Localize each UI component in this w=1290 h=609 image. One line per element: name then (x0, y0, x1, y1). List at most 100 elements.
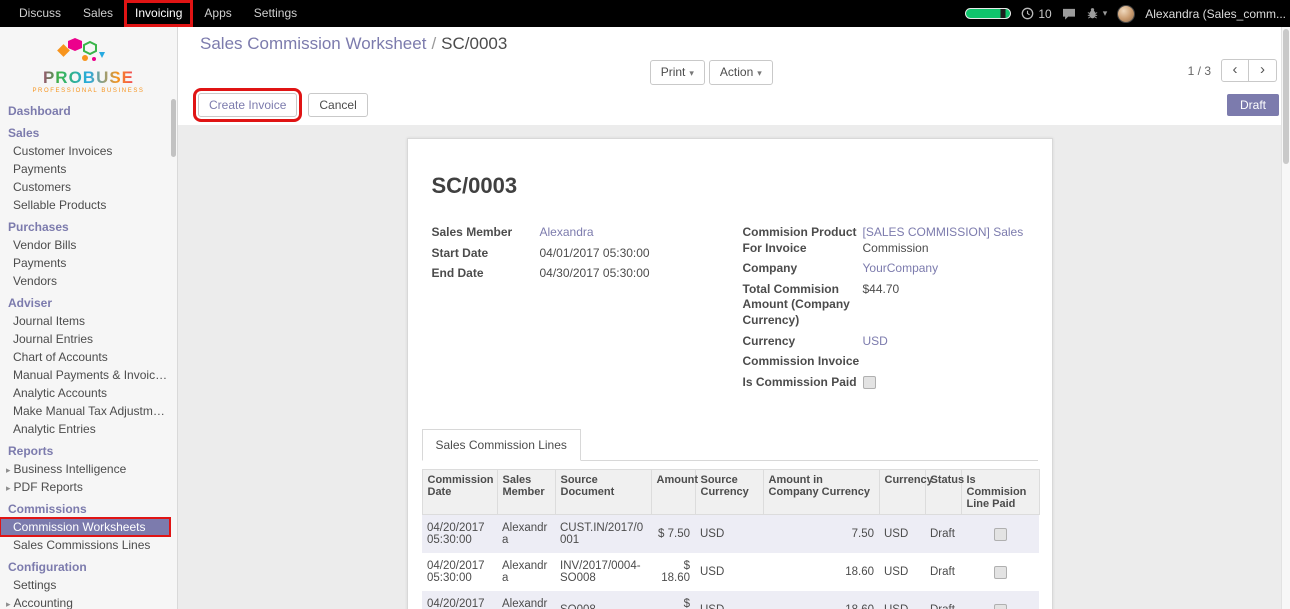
topbar-right: 10 ▾ Alexandra (Sales_comm... (965, 0, 1290, 27)
sidebar-item-journal-entries[interactable]: Journal Entries (0, 330, 177, 348)
menu-settings[interactable]: Settings (243, 0, 308, 27)
caret-right-icon: ▸ (6, 483, 11, 493)
cell-amount-company-currency[interactable]: 7.50 (763, 515, 879, 554)
cell-commission-date[interactable]: 04/20/2017 10:35:53 (422, 591, 497, 609)
create-invoice-button[interactable]: Create Invoice (198, 93, 297, 117)
cell-source-document[interactable]: SO008 (555, 591, 651, 609)
company-link[interactable]: YourCompany (863, 261, 939, 275)
col-header-source-document[interactable]: Source Document (555, 470, 651, 515)
cell-amount-company-currency[interactable]: 18.60 (763, 591, 879, 609)
cell-source-currency[interactable]: USD (695, 591, 763, 609)
cell-line-paid[interactable] (961, 515, 1039, 554)
table-row[interactable]: 04/20/2017 10:35:53 Alexandra SO008 $ 18… (422, 591, 1039, 609)
cell-amount[interactable]: $ 18.60 (651, 553, 695, 591)
cell-status[interactable]: Draft (925, 553, 961, 591)
sidebar-heading-adviser[interactable]: Adviser (0, 290, 177, 312)
cell-source-document[interactable]: INV/2017/0004-SO008 (555, 553, 651, 591)
user-avatar[interactable] (1117, 5, 1135, 23)
menu-discuss[interactable]: Discuss (8, 0, 72, 27)
sidebar-item-customer-invoices[interactable]: Customer Invoices (0, 142, 177, 160)
sidebar-item-settings[interactable]: Settings (0, 576, 177, 594)
cell-amount[interactable]: $ 18.60 (651, 591, 695, 609)
cell-commission-date[interactable]: 04/20/2017 05:30:00 (422, 553, 497, 591)
debug-menu[interactable]: ▾ (1086, 7, 1108, 20)
sidebar-item-analytic-accounts[interactable]: Analytic Accounts (0, 384, 177, 402)
col-header-commission-date[interactable]: Commission Date (422, 470, 497, 515)
sidebar-item-sellable-products[interactable]: Sellable Products (0, 196, 177, 214)
field-commission-product: Commision Product For Invoice [SALES COM… (743, 225, 1028, 256)
col-header-source-currency[interactable]: Source Currency (695, 470, 763, 515)
sidebar-nav: Dashboard Sales Customer Invoices Paymen… (0, 97, 177, 609)
cell-currency[interactable]: USD (879, 591, 925, 609)
sidebar-item-payments-sales[interactable]: Payments (0, 160, 177, 178)
messages-menu[interactable] (1062, 8, 1076, 20)
tab-sales-commission-lines[interactable]: Sales Commission Lines (422, 429, 581, 461)
pager-next-button[interactable]: › (1249, 59, 1277, 82)
sidebar-item-customers[interactable]: Customers (0, 178, 177, 196)
status-badge-draft[interactable]: Draft (1227, 94, 1279, 116)
window-scrollbar[interactable] (1281, 27, 1290, 609)
col-header-currency[interactable]: Currency (879, 470, 925, 515)
sidebar-item-vendor-bills[interactable]: Vendor Bills (0, 236, 177, 254)
logo-wordmark: PROBUSE (0, 69, 177, 87)
sidebar-item-sales-commissions-lines[interactable]: Sales Commissions Lines (0, 536, 177, 554)
cell-source-currency[interactable]: USD (695, 553, 763, 591)
sidebar-item-accounting[interactable]: ▸Accounting (0, 594, 177, 609)
sidebar-item-manual-payments[interactable]: Manual Payments & Invoice... (0, 366, 177, 384)
cell-sales-member[interactable]: Alexandra (497, 553, 555, 591)
commission-product-link[interactable]: [SALES COMMISSION] Sales (863, 225, 1024, 239)
sidebar-heading-commissions[interactable]: Commissions (0, 496, 177, 518)
cell-amount[interactable]: $ 7.50 (651, 515, 695, 554)
cell-line-paid[interactable] (961, 553, 1039, 591)
user-name[interactable]: Alexandra (Sales_comm... (1145, 7, 1286, 21)
sidebar-heading-configuration[interactable]: Configuration (0, 554, 177, 576)
cell-source-currency[interactable]: USD (695, 515, 763, 554)
cell-currency[interactable]: USD (879, 553, 925, 591)
col-header-sales-member[interactable]: Sales Member (497, 470, 555, 515)
cell-line-paid[interactable] (961, 591, 1039, 609)
pager-previous-button[interactable]: ‹ (1221, 59, 1249, 82)
sidebar-item-manual-tax-adjustment[interactable]: Make Manual Tax Adjustme... (0, 402, 177, 420)
col-header-amount[interactable]: Amount (651, 470, 695, 515)
window-scrollbar-thumb[interactable] (1283, 29, 1289, 164)
menu-apps[interactable]: Apps (193, 0, 242, 27)
menu-invoicing[interactable]: Invoicing (124, 0, 193, 27)
sidebar-item-chart-of-accounts[interactable]: Chart of Accounts (0, 348, 177, 366)
sidebar-heading-dashboard[interactable]: Dashboard (0, 98, 177, 120)
chat-bubble-icon (1062, 8, 1076, 20)
sidebar-heading-reports[interactable]: Reports (0, 438, 177, 460)
logo-tagline: PROFESSIONAL BUSINESS (0, 88, 177, 94)
sidebar-item-analytic-entries[interactable]: Analytic Entries (0, 420, 177, 438)
cell-source-document[interactable]: CUST.IN/2017/0001 (555, 515, 651, 554)
sidebar-item-pdf-reports[interactable]: ▸PDF Reports (0, 478, 177, 496)
currency-link[interactable]: USD (863, 334, 888, 348)
sidebar-item-payments-purchases[interactable]: Payments (0, 254, 177, 272)
sidebar-item-journal-items[interactable]: Journal Items (0, 312, 177, 330)
print-button[interactable]: Print▾ (650, 60, 705, 85)
cell-sales-member[interactable]: Alexandra (497, 591, 555, 609)
table-row[interactable]: 04/20/2017 05:30:00 Alexandra INV/2017/0… (422, 553, 1039, 591)
sidebar-heading-purchases[interactable]: Purchases (0, 214, 177, 236)
col-header-is-commission-line-paid[interactable]: Is Commision Line Paid (961, 470, 1039, 515)
action-button[interactable]: Action▾ (709, 60, 773, 85)
breadcrumb-parent-link[interactable]: Sales Commission Worksheet (200, 34, 426, 53)
sidebar-scrollbar-thumb[interactable] (171, 99, 176, 157)
sales-member-link[interactable]: Alexandra (540, 225, 594, 239)
cell-status[interactable]: Draft (925, 591, 961, 609)
sidebar-item-vendors[interactable]: Vendors (0, 272, 177, 290)
cell-amount-company-currency[interactable]: 18.60 (763, 553, 879, 591)
cell-currency[interactable]: USD (879, 515, 925, 554)
col-header-amount-company-currency[interactable]: Amount in Company Currency (763, 470, 879, 515)
col-header-status[interactable]: Status (925, 470, 961, 515)
cell-commission-date[interactable]: 04/20/2017 05:30:00 (422, 515, 497, 554)
cell-status[interactable]: Draft (925, 515, 961, 554)
table-row[interactable]: 04/20/2017 05:30:00 Alexandra CUST.IN/20… (422, 515, 1039, 554)
cell-sales-member[interactable]: Alexandra (497, 515, 555, 554)
sidebar-item-business-intelligence[interactable]: ▸Business Intelligence (0, 460, 177, 478)
sidebar-item-commission-worksheets[interactable]: Commission Worksheets (0, 518, 170, 536)
sidebar-heading-sales[interactable]: Sales (0, 120, 177, 142)
field-end-date: End Date 04/30/2017 05:30:00 (432, 266, 717, 282)
activities-menu[interactable]: 10 (1021, 7, 1051, 21)
cancel-button[interactable]: Cancel (308, 93, 367, 117)
menu-sales[interactable]: Sales (72, 0, 124, 27)
